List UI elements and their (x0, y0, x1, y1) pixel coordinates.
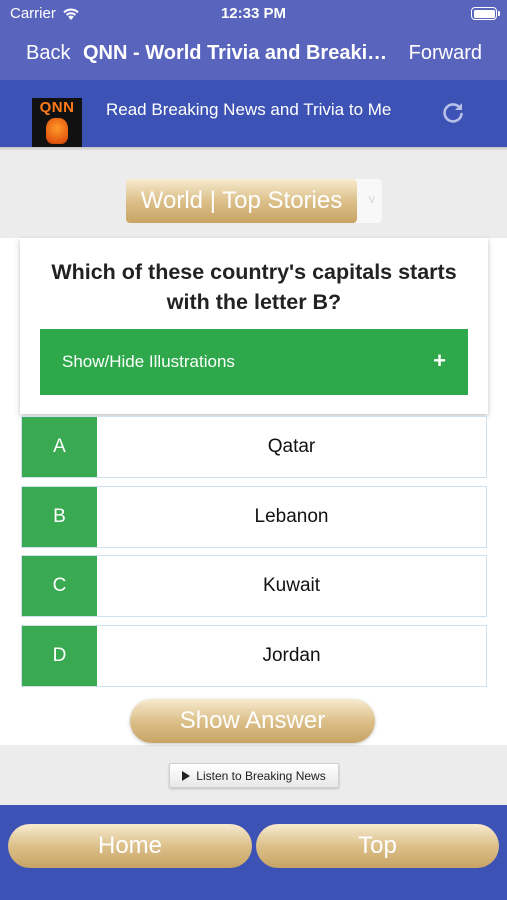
answer-letter: B (22, 487, 97, 547)
battery-icon (471, 7, 500, 20)
answer-option-b[interactable]: B Lebanon (21, 486, 487, 548)
trivia-content: Which of these country's capitals starts… (0, 238, 507, 745)
listen-button[interactable]: Listen to Breaking News (169, 763, 339, 788)
question-card: Which of these country's capitals starts… (20, 238, 488, 414)
illustrations-toggle-button[interactable]: Show/Hide Illustrations + (40, 329, 468, 395)
category-selected-value: World | Top Stories (126, 179, 357, 223)
app-header: QNN Read Breaking News and Trivia to Me (0, 80, 507, 148)
answer-letter: A (22, 417, 97, 477)
question-text: Which of these country's capitals starts… (51, 260, 457, 314)
category-select[interactable]: World | Top Stories v (126, 179, 382, 223)
answer-text: Jordan (262, 645, 321, 666)
top-button[interactable]: Top (256, 824, 499, 868)
back-button[interactable]: Back (26, 42, 70, 65)
listen-label: Listen to Breaking News (196, 768, 326, 783)
navigation-bar: Back QNN - World Trivia and Breaking New… (0, 28, 507, 80)
status-bar: Carrier 12:33 PM (0, 0, 507, 28)
logo-text: QNN (39, 99, 75, 116)
header-shadow (0, 147, 507, 151)
answer-letter: D (22, 626, 97, 686)
answer-text: Kuwait (262, 575, 321, 596)
forward-button[interactable]: Forward (409, 42, 482, 65)
fist-icon (46, 118, 68, 144)
read-aloud-link[interactable]: Read Breaking News and Trivia to Me (106, 100, 391, 120)
illustrations-toggle-label: Show/Hide Illustrations (62, 352, 235, 371)
answer-letter: C (22, 556, 97, 616)
status-time: 12:33 PM (220, 5, 287, 22)
refresh-icon[interactable] (440, 100, 466, 126)
answer-option-d[interactable]: D Jordan (21, 625, 487, 687)
answer-option-c[interactable]: C Kuwait (21, 555, 487, 617)
page-title: QNN - World Trivia and Breaking News (83, 42, 393, 64)
qnn-logo: QNN (32, 98, 82, 148)
show-answer-button[interactable]: Show Answer (130, 699, 375, 743)
answer-option-a[interactable]: A Qatar (21, 416, 487, 478)
answer-text: Qatar (267, 436, 316, 457)
chevron-down-icon: v (368, 191, 376, 206)
play-icon (182, 770, 191, 781)
home-button[interactable]: Home (8, 824, 252, 868)
bottom-navigation: Home Top (0, 805, 507, 900)
plus-icon: + (433, 348, 446, 373)
answer-text: Lebanon (254, 506, 329, 527)
